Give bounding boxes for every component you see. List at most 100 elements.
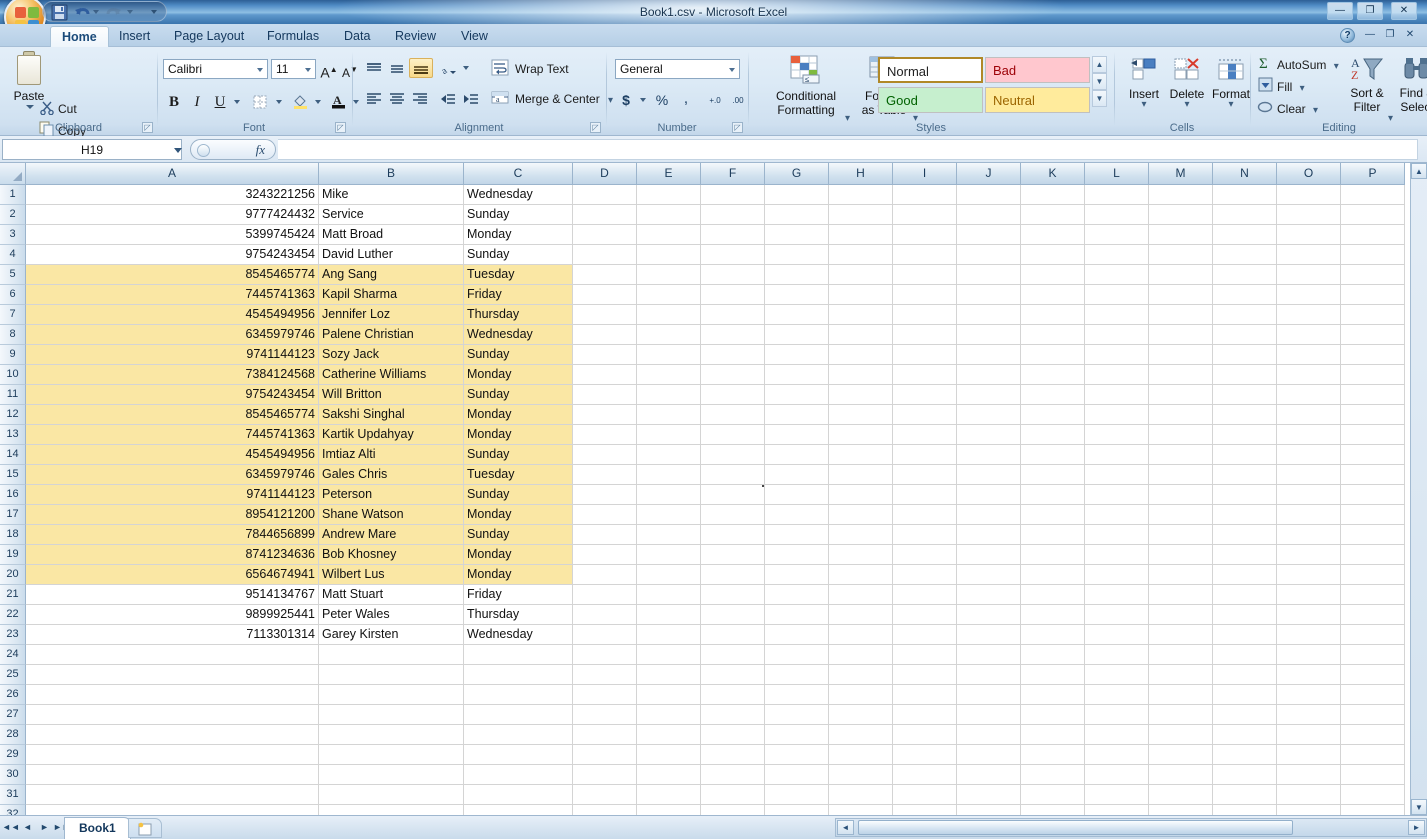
cell-A16[interactable]: 9741144123 bbox=[26, 485, 319, 505]
cell-J24[interactable] bbox=[957, 645, 1021, 665]
cell-style-neutral[interactable]: Neutral bbox=[985, 87, 1090, 113]
cell-A27[interactable] bbox=[26, 705, 319, 725]
cell-J9[interactable] bbox=[957, 345, 1021, 365]
cell-A18[interactable]: 7844656899 bbox=[26, 525, 319, 545]
cell-M15[interactable] bbox=[1149, 465, 1213, 485]
style-gallery-scroll-up-button[interactable]: ▲ bbox=[1092, 56, 1107, 73]
cell-O3[interactable] bbox=[1277, 225, 1341, 245]
cell-I1[interactable] bbox=[893, 185, 957, 205]
cell-G7[interactable] bbox=[765, 305, 829, 325]
cell-E21[interactable] bbox=[637, 585, 701, 605]
cell-O27[interactable] bbox=[1277, 705, 1341, 725]
cell-H18[interactable] bbox=[829, 525, 893, 545]
cell-O2[interactable] bbox=[1277, 205, 1341, 225]
cell-D17[interactable] bbox=[573, 505, 637, 525]
vertical-scrollbar[interactable]: ▲ ▼ bbox=[1410, 163, 1427, 815]
tab-insert[interactable]: Insert bbox=[108, 26, 161, 47]
cell-E15[interactable] bbox=[637, 465, 701, 485]
cell-P5[interactable] bbox=[1341, 265, 1405, 285]
formula-bar-buttons[interactable]: fx bbox=[190, 139, 276, 160]
cell-C24[interactable] bbox=[464, 645, 573, 665]
cell-A21[interactable]: 9514134767 bbox=[26, 585, 319, 605]
cell-B22[interactable]: Peter Wales bbox=[319, 605, 464, 625]
tab-data[interactable]: Data bbox=[333, 26, 381, 47]
cell-K18[interactable] bbox=[1021, 525, 1085, 545]
cell-O18[interactable] bbox=[1277, 525, 1341, 545]
row-header-15[interactable]: 15 bbox=[0, 465, 26, 485]
cell-E30[interactable] bbox=[637, 765, 701, 785]
cell-D15[interactable] bbox=[573, 465, 637, 485]
cell-E29[interactable] bbox=[637, 745, 701, 765]
cell-N7[interactable] bbox=[1213, 305, 1277, 325]
quick-access-toolbar[interactable] bbox=[42, 1, 167, 22]
cell-N15[interactable] bbox=[1213, 465, 1277, 485]
cell-C22[interactable]: Thursday bbox=[464, 605, 573, 625]
cell-G4[interactable] bbox=[765, 245, 829, 265]
workbook-close-button[interactable]: ✕ bbox=[1403, 29, 1417, 42]
cell-I7[interactable] bbox=[893, 305, 957, 325]
cell-D28[interactable] bbox=[573, 725, 637, 745]
row-header-17[interactable]: 17 bbox=[0, 505, 26, 525]
name-box-dropdown-arrow[interactable] bbox=[174, 148, 182, 153]
row-header-2[interactable]: 2 bbox=[0, 205, 26, 225]
cell-G15[interactable] bbox=[765, 465, 829, 485]
cell-P25[interactable] bbox=[1341, 665, 1405, 685]
cell-L22[interactable] bbox=[1085, 605, 1149, 625]
cell-D27[interactable] bbox=[573, 705, 637, 725]
cell-L11[interactable] bbox=[1085, 385, 1149, 405]
cell-B11[interactable]: Will Britton bbox=[319, 385, 464, 405]
cell-M25[interactable] bbox=[1149, 665, 1213, 685]
cell-F21[interactable] bbox=[701, 585, 765, 605]
cell-N31[interactable] bbox=[1213, 785, 1277, 805]
cell-M14[interactable] bbox=[1149, 445, 1213, 465]
cell-F22[interactable] bbox=[701, 605, 765, 625]
cell-A20[interactable]: 6564674941 bbox=[26, 565, 319, 585]
alignment-dialog-launcher[interactable]: ◸ bbox=[590, 122, 601, 133]
workbook-restore-button[interactable]: ❐ bbox=[1383, 29, 1397, 42]
cell-O19[interactable] bbox=[1277, 545, 1341, 565]
scroll-up-button[interactable]: ▲ bbox=[1411, 163, 1427, 179]
cell-E32[interactable] bbox=[637, 805, 701, 815]
cell-B31[interactable] bbox=[319, 785, 464, 805]
cell-D21[interactable] bbox=[573, 585, 637, 605]
undo-dropdown-arrow[interactable] bbox=[93, 10, 100, 15]
cell-C11[interactable]: Sunday bbox=[464, 385, 573, 405]
cell-F1[interactable] bbox=[701, 185, 765, 205]
column-header-G[interactable]: G bbox=[765, 163, 829, 185]
cell-N17[interactable] bbox=[1213, 505, 1277, 525]
cell-G5[interactable] bbox=[765, 265, 829, 285]
cell-H22[interactable] bbox=[829, 605, 893, 625]
cell-B28[interactable] bbox=[319, 725, 464, 745]
cell-D9[interactable] bbox=[573, 345, 637, 365]
cell-A6[interactable]: 7445741363 bbox=[26, 285, 319, 305]
cell-G2[interactable] bbox=[765, 205, 829, 225]
window-restore-button[interactable]: ❐ bbox=[1357, 2, 1383, 20]
horizontal-scrollbar[interactable]: ◄ ► bbox=[835, 818, 1427, 837]
cell-K11[interactable] bbox=[1021, 385, 1085, 405]
autosum-button[interactable]: Σ AutoSum ▾ bbox=[1259, 56, 1339, 72]
font-size-dropdown-arrow[interactable] bbox=[305, 68, 311, 72]
save-icon[interactable] bbox=[51, 4, 68, 21]
font-name-combo[interactable]: Calibri bbox=[163, 59, 268, 79]
cell-D4[interactable] bbox=[573, 245, 637, 265]
cell-C2[interactable]: Sunday bbox=[464, 205, 573, 225]
cell-F6[interactable] bbox=[701, 285, 765, 305]
cell-F14[interactable] bbox=[701, 445, 765, 465]
cell-F9[interactable] bbox=[701, 345, 765, 365]
cell-J14[interactable] bbox=[957, 445, 1021, 465]
cell-P7[interactable] bbox=[1341, 305, 1405, 325]
cell-H17[interactable] bbox=[829, 505, 893, 525]
underline-dropdown-arrow[interactable] bbox=[234, 100, 240, 104]
cell-N9[interactable] bbox=[1213, 345, 1277, 365]
row-header-7[interactable]: 7 bbox=[0, 305, 26, 325]
cell-K32[interactable] bbox=[1021, 805, 1085, 815]
cell-J3[interactable] bbox=[957, 225, 1021, 245]
cell-G6[interactable] bbox=[765, 285, 829, 305]
cell-P8[interactable] bbox=[1341, 325, 1405, 345]
cell-C15[interactable]: Tuesday bbox=[464, 465, 573, 485]
cell-O11[interactable] bbox=[1277, 385, 1341, 405]
help-icon[interactable]: ? bbox=[1340, 28, 1355, 43]
cell-H20[interactable] bbox=[829, 565, 893, 585]
cell-J30[interactable] bbox=[957, 765, 1021, 785]
cell-F11[interactable] bbox=[701, 385, 765, 405]
